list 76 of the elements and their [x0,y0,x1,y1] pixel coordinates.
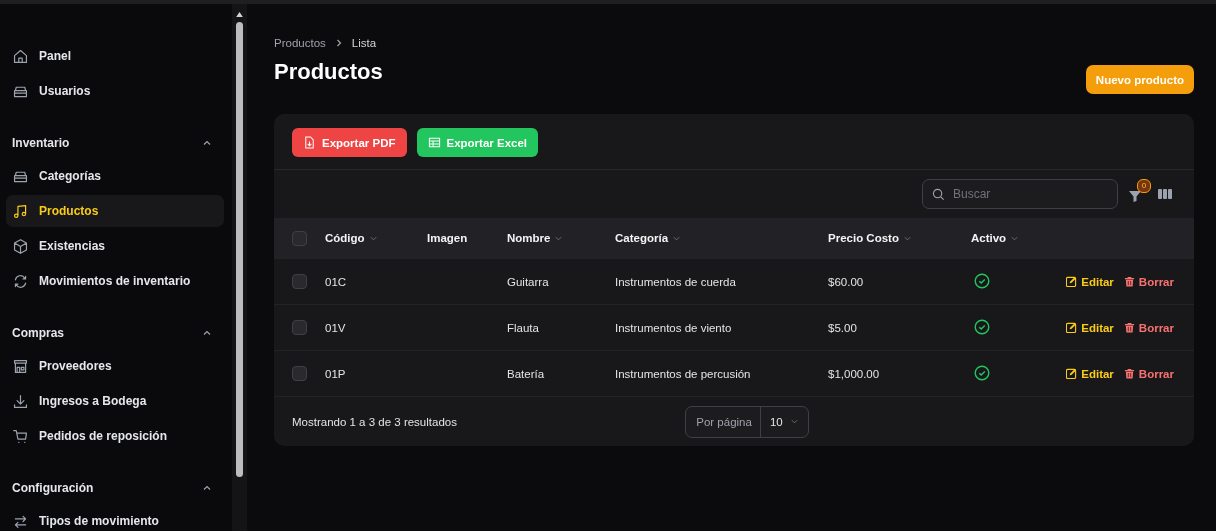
table-cell: 01C [325,275,347,288]
edit-link[interactable]: Editar [1066,367,1114,380]
table-cell: Instrumentos de viento [615,321,732,334]
nav-item[interactable]: Categorías [6,160,224,192]
group-header[interactable]: Inventario [0,128,232,158]
nav-item[interactable]: Existencias [6,230,224,262]
edit-link[interactable]: Editar [1066,275,1114,288]
table-icon [427,136,441,149]
search-icon [932,187,945,201]
trash-icon [1123,276,1135,287]
home-icon [12,47,29,65]
trash-icon [1123,322,1135,333]
scrollbar[interactable] [232,4,247,531]
group-label: Compras [12,326,64,340]
results-summary: Mostrando 1 a 3 de 3 resultados [292,415,457,428]
table-cell: 01P [325,367,346,380]
breadcrumb-link[interactable]: Productos [274,37,326,49]
delete-link[interactable]: Borrar [1123,321,1174,334]
cart-icon [12,427,29,445]
column-header[interactable]: Categoría [615,232,682,244]
columns-icon[interactable] [1158,188,1172,200]
up-arrow-icon[interactable] [236,12,243,17]
row-checkbox[interactable] [292,366,307,381]
table-cell: $1,000.00 [828,367,880,380]
music-icon [12,202,29,220]
select-all-checkbox[interactable] [292,230,307,246]
group-header[interactable]: Configuración [0,473,232,503]
row-checkbox[interactable] [292,320,307,335]
column-header[interactable]: Nombre [507,232,564,244]
page-title: Productos [274,59,383,85]
sync-icon [12,272,29,290]
row-checkbox[interactable] [292,274,307,289]
nav-item[interactable]: Ingresos a Bodega [6,385,224,417]
table-cell: $60.00 [828,275,864,288]
pencil-square-icon [1066,322,1078,333]
chevron-icon[interactable] [202,328,212,338]
filter-icon[interactable] [1128,189,1142,203]
table-cell: Flauta [507,321,539,334]
per-page-select[interactable]: Por página 10 [685,405,809,438]
cube-icon [12,237,29,255]
trash-icon [1123,368,1135,379]
store-icon [12,357,29,375]
delete-link[interactable]: Borrar [1123,275,1174,288]
nav-item[interactable]: Tipos de movimiento [6,505,224,531]
document-icon [303,136,316,149]
download-icon [12,392,29,410]
column-header[interactable]: Precio Costo [828,232,912,244]
nav-item[interactable]: Panel [6,40,224,72]
nav-item[interactable]: Movimientos de inventario [6,265,224,297]
group-label: Inventario [12,136,70,150]
group-header[interactable]: Compras [0,318,232,348]
column-header[interactable]: Activo [971,232,1020,244]
chevron-icon[interactable] [202,138,212,148]
nav-item[interactable]: Productos [6,195,224,227]
table-cell: 01V [325,321,346,334]
table-cell: Instrumentos de cuerda [615,275,736,288]
chevron-icon [789,417,799,426]
delete-link[interactable]: Borrar [1123,367,1174,380]
edit-link[interactable]: Editar [1066,321,1114,334]
table-cell: Guitarra [507,275,549,288]
column-header: Imagen [427,232,468,244]
nav-item[interactable]: Usuarios [6,75,224,107]
nav-item[interactable]: Proveedores [6,350,224,382]
pencil-square-icon [1066,276,1078,287]
table-cell: Instrumentos de percusión [615,367,751,380]
group-label: Configuración [12,481,94,495]
pencil-square-icon [1066,368,1078,379]
nav-item[interactable]: Pedidos de reposición [6,420,224,452]
chevron-icon[interactable] [202,483,212,493]
column-header[interactable]: Código [325,232,378,244]
filter-count-badge: 0 [1137,179,1151,193]
search-field[interactable]: Buscar [922,179,1118,209]
breadcrumb-link[interactable]: Lista [351,37,377,49]
export-button[interactable]: Exportar PDF [292,128,407,157]
table-cell: $5.00 [828,321,857,334]
table-cell: Batería [507,367,545,380]
